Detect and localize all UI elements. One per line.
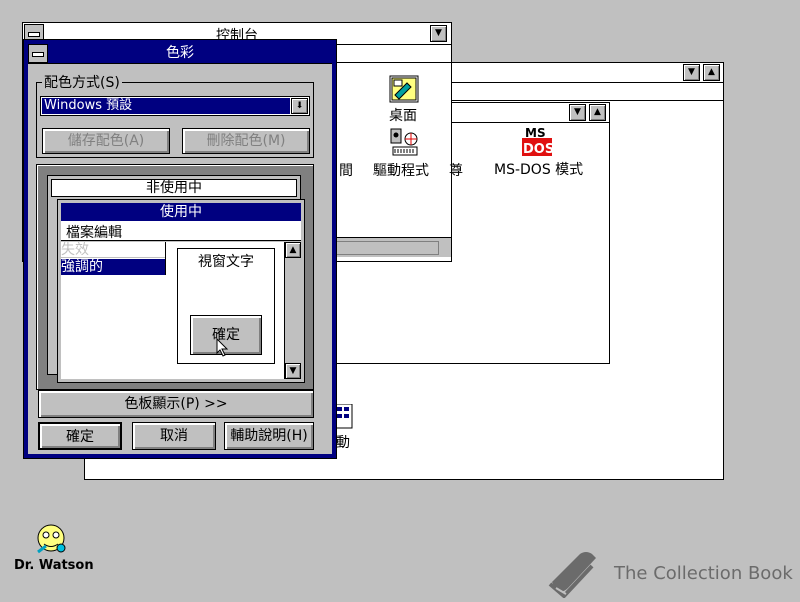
save-scheme-button[interactable]: 儲存配色(A) bbox=[42, 128, 170, 154]
desktop-icon-label[interactable]: 桌面 bbox=[389, 105, 417, 125]
group-maximize-button[interactable]: ▲ bbox=[589, 104, 606, 121]
preview-inactive-title: 非使用中 bbox=[51, 179, 297, 197]
calc-icon-label-partial[interactable]: 尊 bbox=[449, 160, 463, 180]
desktop-icon[interactable] bbox=[389, 75, 419, 105]
group-minimize-button[interactable]: ▼ bbox=[569, 104, 586, 121]
preview-menu-divider bbox=[165, 242, 166, 275]
preview-client: 失效 強調的 視窗文字 確定 ▲ ▼ bbox=[61, 242, 301, 379]
dr-watson-label[interactable]: Dr. Watson bbox=[14, 558, 94, 573]
drivers-icon-label[interactable]: 驅動程式 bbox=[373, 160, 429, 180]
preview-area[interactable]: 非使用中 使用中 檔案編輯 失效 強調的 視窗文字 確定 ▲ ▼ bbox=[36, 164, 314, 390]
preview-menu-bar: 檔案編輯 bbox=[61, 221, 301, 241]
book-logo-icon bbox=[546, 548, 600, 599]
preview-disabled-item: 失效 bbox=[61, 242, 165, 258]
dr-watson-icon[interactable] bbox=[34, 522, 68, 556]
scheme-select[interactable]: Windows 預設 ⬇ bbox=[40, 96, 310, 116]
time-icon-label-partial[interactable]: 間 bbox=[339, 160, 353, 180]
preview-active-title: 使用中 bbox=[61, 203, 301, 221]
preview-scrollbar[interactable]: ▲ ▼ bbox=[284, 242, 301, 379]
preview-highlighted-item: 強調的 bbox=[61, 259, 165, 275]
maximize-button[interactable]: ▲ bbox=[703, 64, 720, 81]
color-dialog: 色彩 配色方式(S) Windows 預設 ⬇ 儲存配色(A) 刪除配色(M) … bbox=[23, 39, 337, 459]
control-panel-minimize[interactable]: ▼ bbox=[430, 25, 447, 42]
color-dialog-system-menu[interactable] bbox=[28, 44, 48, 63]
preview-window-text: 視窗文字 bbox=[198, 254, 254, 270]
msdos-logo-top: MS bbox=[525, 126, 546, 140]
help-button[interactable]: 輔助說明(H) bbox=[224, 422, 314, 450]
scheme-label: 配色方式(S) bbox=[42, 72, 122, 92]
preview-active-window: 使用中 檔案編輯 失效 強調的 視窗文字 確定 ▲ ▼ bbox=[57, 199, 305, 383]
ok-button[interactable]: 確定 bbox=[38, 422, 122, 450]
move-icon-label-partial[interactable]: 動 bbox=[336, 432, 350, 452]
remove-scheme-button[interactable]: 刪除配色(M) bbox=[182, 128, 310, 154]
preview-scroll-up[interactable]: ▲ bbox=[285, 242, 301, 258]
scheme-dropdown-arrow[interactable]: ⬇ bbox=[291, 98, 308, 114]
palette-button[interactable]: 色板顯示(P) >> bbox=[38, 390, 314, 418]
control-panel-hscroll[interactable] bbox=[333, 237, 451, 257]
drivers-icon[interactable] bbox=[389, 127, 421, 159]
minimize-button[interactable]: ▼ bbox=[683, 64, 700, 81]
mouse-cursor-icon bbox=[216, 337, 230, 358]
color-dialog-titlebar[interactable]: 色彩 bbox=[28, 44, 332, 64]
watermark-text: The Collection Book bbox=[614, 563, 793, 584]
scheme-select-value: Windows 預設 bbox=[42, 98, 290, 114]
cancel-button[interactable]: 取消 bbox=[132, 422, 216, 450]
preview-menu-item: 檔案編輯 bbox=[66, 225, 122, 241]
preview-scroll-down[interactable]: ▼ bbox=[285, 363, 301, 379]
msdos-icon-label[interactable]: MS-DOS 模式 bbox=[494, 159, 583, 179]
msdos-icon[interactable]: MS DOS bbox=[520, 126, 556, 158]
msdos-logo-bottom: DOS bbox=[523, 142, 554, 157]
move-icon-partial[interactable] bbox=[333, 403, 354, 430]
color-dialog-title: 色彩 bbox=[166, 45, 194, 61]
